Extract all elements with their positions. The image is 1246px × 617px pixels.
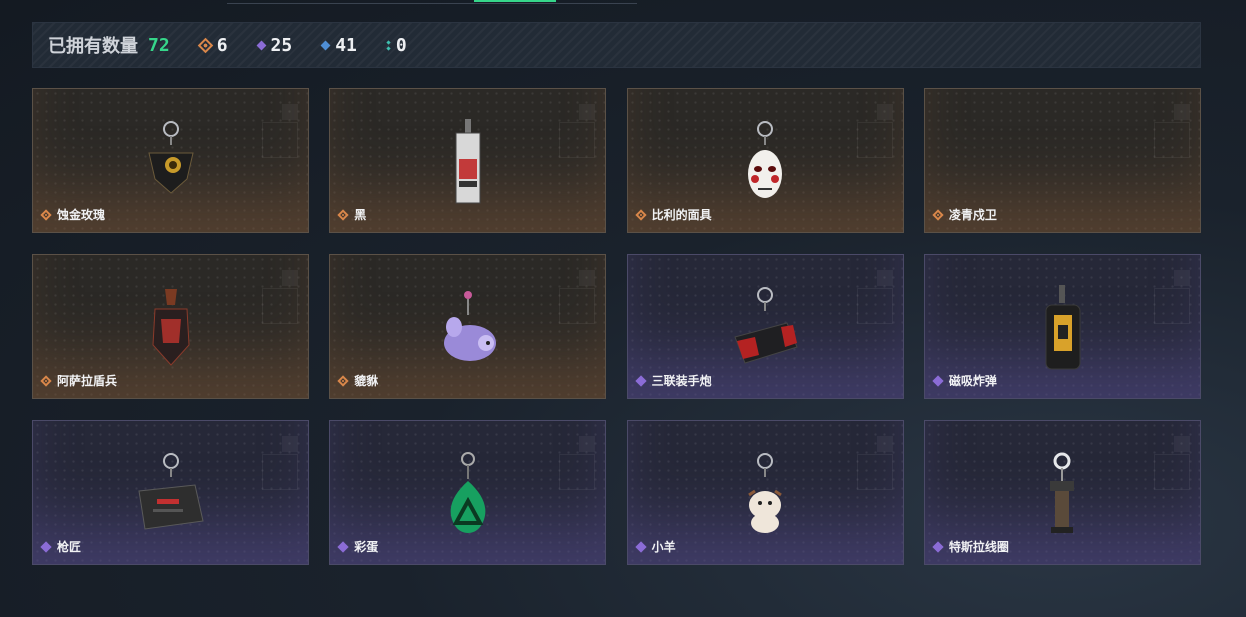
easter-egg-charm-icon	[450, 452, 486, 533]
purple-rarity-icon	[634, 374, 647, 387]
lamb-charm-icon	[748, 453, 782, 533]
orange-rarity-icon	[40, 374, 52, 387]
item-name: 阿萨拉盾兵	[57, 374, 118, 388]
item-card[interactable]: 特斯拉线圈	[923, 420, 1201, 565]
purple-count-value: 25	[270, 34, 293, 56]
card-decoration	[1153, 288, 1190, 324]
item-name: 小羊	[651, 540, 676, 554]
orange-rarity-icon	[337, 208, 349, 221]
item-card[interactable]: 磁吸炸弹	[923, 254, 1201, 399]
orange-count: 6	[197, 34, 228, 56]
card-decoration	[1153, 122, 1190, 158]
card-decoration	[559, 454, 596, 490]
orange-diamond-icon	[197, 37, 213, 53]
card-decoration	[262, 454, 298, 490]
card-decoration	[262, 288, 298, 324]
teal-dots-icon	[386, 39, 391, 51]
item-name: 三联装手炮	[651, 374, 712, 388]
card-decoration	[282, 270, 298, 286]
shield-soldier-charm-icon	[151, 289, 190, 366]
item-card[interactable]: 黑	[329, 88, 607, 233]
pixiu-charm-icon	[443, 291, 496, 361]
card-decoration	[559, 288, 596, 324]
card-decoration	[856, 454, 893, 490]
owned-count-label: 已拥有数量	[48, 36, 138, 57]
item-name: 彩蛋	[354, 540, 379, 554]
blue-count: 41	[320, 34, 357, 56]
card-decoration	[262, 122, 298, 158]
item-name: 比利的面具	[651, 208, 712, 222]
card-decoration	[876, 436, 893, 452]
orange-count-value: 6	[216, 34, 228, 56]
card-decoration	[876, 104, 893, 120]
billy-mask-charm-icon	[748, 121, 783, 198]
purple-rarity-icon	[634, 540, 647, 553]
item-card[interactable]: 貔貅	[329, 254, 607, 399]
card-decoration	[282, 104, 298, 120]
purple-rarity-icon	[40, 540, 52, 553]
card-decoration	[856, 122, 893, 158]
card-decoration	[1153, 454, 1190, 490]
purple-rarity-icon	[337, 540, 349, 553]
card-decoration	[1173, 436, 1190, 452]
card-decoration	[579, 270, 596, 286]
card-decoration	[1173, 104, 1190, 120]
owned-count-total: 72	[148, 34, 170, 56]
tesla-coil-charm-icon	[1050, 452, 1075, 533]
teal-count: 0	[386, 34, 407, 56]
item-name: 磁吸炸弹	[948, 374, 997, 388]
item-card[interactable]: 蚀金玫瑰	[32, 88, 309, 233]
card-decoration	[876, 270, 893, 286]
blue-count-value: 41	[335, 34, 357, 56]
item-card[interactable]: 彩蛋	[329, 420, 607, 565]
hand-cannon-charm-icon	[734, 287, 798, 364]
orange-rarity-icon	[932, 208, 944, 221]
purple-rarity-icon	[932, 540, 944, 553]
item-name: 黑	[354, 208, 367, 222]
card-decoration	[579, 436, 596, 452]
card-decoration	[1173, 270, 1190, 286]
item-card[interactable]: 小羊	[626, 420, 904, 565]
magnetic-bomb-charm-icon	[1045, 285, 1081, 370]
orange-rarity-icon	[634, 208, 647, 221]
orange-rarity-icon	[337, 374, 349, 387]
golden-rose-charm-icon	[147, 121, 194, 194]
item-name: 貔貅	[354, 374, 379, 388]
top-tab-bar	[227, 0, 637, 4]
active-tab-indicator	[474, 0, 556, 2]
purple-rarity-icon	[932, 374, 944, 387]
gunsmith-charm-icon	[137, 453, 204, 530]
item-card[interactable]: 比利的面具	[626, 88, 904, 233]
guard-charm-icon	[1022, 119, 1102, 209]
item-name: 凌青戍卫	[948, 208, 997, 222]
blue-diamond-icon	[320, 40, 331, 50]
card-decoration	[282, 436, 298, 452]
item-card[interactable]: 三联装手炮	[626, 254, 904, 399]
owned-count-bar: 已拥有数量 72 6 25 41 0	[32, 22, 1201, 68]
item-name: 枪匠	[57, 540, 82, 554]
purple-count: 25	[256, 34, 293, 56]
card-decoration	[579, 104, 596, 120]
card-decoration	[559, 122, 596, 158]
orange-rarity-icon	[40, 208, 52, 221]
item-card[interactable]: 阿萨拉盾兵	[32, 254, 309, 399]
item-card[interactable]: 凌青戍卫	[923, 88, 1201, 233]
card-decoration	[856, 288, 893, 324]
item-card[interactable]: 枪匠	[32, 420, 309, 565]
teal-count-value: 0	[395, 34, 407, 56]
purple-diamond-icon	[256, 40, 266, 50]
card-tag-charm-icon	[455, 119, 481, 204]
item-name: 蚀金玫瑰	[57, 208, 106, 222]
item-name: 特斯拉线圈	[948, 540, 1009, 554]
